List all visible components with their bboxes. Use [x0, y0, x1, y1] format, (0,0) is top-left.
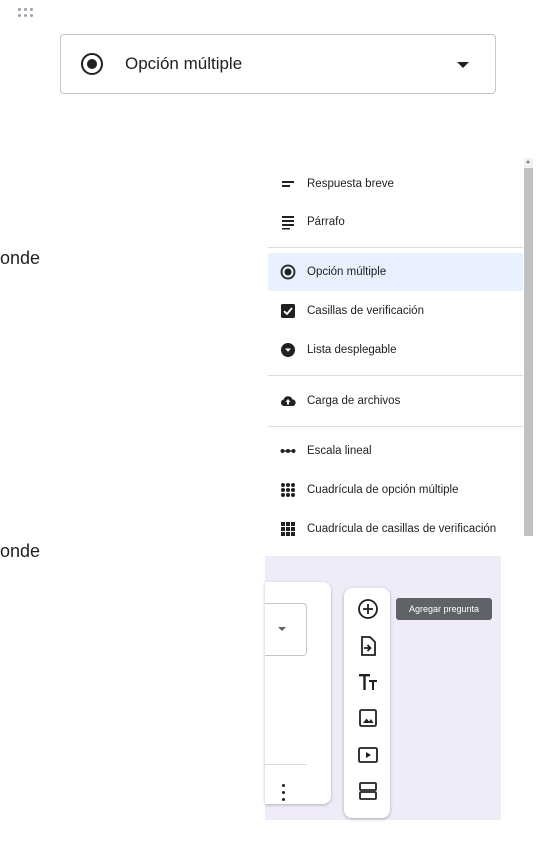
menu-item-multiple-choice-grid[interactable]: Cuadrícula de opción múltiple — [268, 471, 523, 509]
drag-handle-icon[interactable] — [18, 8, 40, 22]
menu-item-paragraph[interactable]: Párrafo — [268, 203, 523, 241]
cut-off-text-top: onde — [0, 248, 41, 268]
dropdown-icon — [280, 342, 296, 358]
menu-item-label: Cuadrícula de casillas de verificación — [307, 523, 497, 535]
menu-item-label: Cuadrícula de opción múltiple — [307, 484, 459, 496]
menu-item-label: Opción múltiple — [307, 266, 387, 278]
menu-item-label: Lista desplegable — [307, 344, 397, 356]
title-text-icon[interactable] — [356, 670, 380, 694]
cut-off-text-bottom: onde — [0, 541, 41, 561]
video-icon[interactable] — [356, 743, 380, 767]
card-divider — [265, 764, 307, 765]
menu-item-label: Casillas de verificación — [307, 305, 424, 317]
menu-item-label: Párrafo — [307, 216, 345, 228]
menu-item-label: Escala lineal — [307, 445, 372, 457]
menu-item-multiple-choice[interactable]: Opción múltiple — [268, 253, 523, 291]
menu-divider — [268, 375, 523, 376]
linear-scale-icon — [280, 443, 296, 459]
cloud-upload-icon — [280, 393, 296, 409]
menu-item-short-answer[interactable]: Respuesta breve — [268, 165, 523, 203]
menu-divider — [268, 426, 523, 427]
menu-item-checkboxes[interactable]: Casillas de verificación — [268, 292, 523, 330]
question-type-dropdown-small[interactable] — [265, 603, 307, 656]
more-options-icon[interactable] — [282, 784, 286, 802]
checkbox-grid-icon — [280, 521, 296, 536]
dropdown-caret-icon — [278, 627, 286, 631]
menu-divider — [268, 247, 523, 248]
image-icon[interactable] — [356, 706, 380, 730]
question-type-menu: Respuesta breve Párrafo Opción múltiple … — [268, 158, 523, 536]
scroll-up-arrow-icon[interactable] — [526, 160, 530, 163]
import-questions-icon[interactable] — [356, 634, 380, 658]
checkbox-icon — [280, 303, 296, 319]
add-question-tooltip: Agregar pregunta — [396, 598, 492, 620]
question-type-dropdown[interactable]: Opción múltiple — [60, 34, 496, 94]
section-icon[interactable] — [356, 779, 380, 803]
radio-button-icon — [81, 53, 103, 75]
menu-item-label: Carga de archivos — [307, 395, 401, 407]
radio-button-icon — [280, 264, 296, 280]
dot-grid-icon — [280, 482, 296, 498]
add-question-icon[interactable] — [356, 597, 380, 621]
menu-item-label: Respuesta breve — [307, 178, 394, 190]
menu-item-dropdown[interactable]: Lista desplegable — [268, 331, 523, 369]
paragraph-icon — [280, 214, 296, 230]
question-type-label: Opción múltiple — [125, 54, 243, 73]
dropdown-caret-icon — [457, 62, 469, 68]
menu-scrollbar-thumb[interactable] — [524, 168, 533, 536]
short-answer-icon — [280, 176, 296, 192]
menu-item-file-upload[interactable]: Carga de archivos — [268, 382, 523, 420]
menu-item-checkbox-grid[interactable]: Cuadrícula de casillas de verificación — [268, 510, 523, 536]
menu-item-linear-scale[interactable]: Escala lineal — [268, 432, 523, 470]
